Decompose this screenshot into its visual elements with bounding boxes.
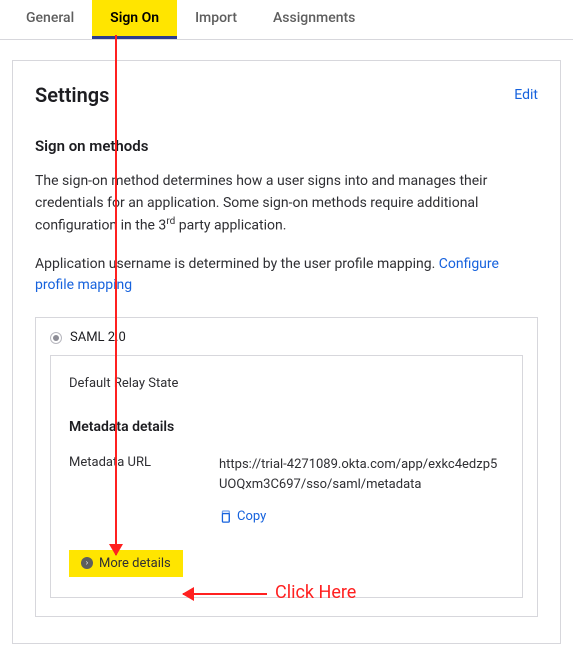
copy-button[interactable]: Copy <box>219 509 266 524</box>
saml-inner-box: Default Relay State Metadata details Met… <box>50 355 523 598</box>
desc-sup: rd <box>166 216 175 227</box>
tab-assignments[interactable]: Assignments <box>255 0 373 39</box>
metadata-details-title: Metadata details <box>69 419 504 435</box>
copy-row: Copy <box>219 509 504 528</box>
page-title: Settings <box>35 83 109 107</box>
more-details-button[interactable]: › More details <box>69 550 183 577</box>
tab-sign-on[interactable]: Sign On <box>92 0 177 39</box>
edit-link[interactable]: Edit <box>514 87 538 103</box>
desc-text-part2: party application. <box>175 218 286 234</box>
copy-label: Copy <box>237 509 266 524</box>
saml-radio-row[interactable]: SAML 2.0 <box>50 328 523 355</box>
tab-bar: General Sign On Import Assignments <box>0 0 573 40</box>
metadata-url-label: Metadata URL <box>69 455 189 470</box>
signon-method-description: The sign-on method determines how a user… <box>35 171 538 238</box>
default-relay-state-label: Default Relay State <box>69 376 504 391</box>
saml-label: SAML 2.0 <box>70 330 126 345</box>
tab-general[interactable]: General <box>8 0 92 39</box>
metadata-url-value: https://trial-4271089.okta.com/app/exkc4… <box>219 455 504 495</box>
settings-panel: Settings Edit Sign on methods The sign-o… <box>12 60 561 644</box>
chevron-right-icon: › <box>81 557 93 569</box>
panel-header: Settings Edit <box>35 83 538 107</box>
copy-icon <box>219 510 231 524</box>
metadata-url-row: Metadata URL https://trial-4271089.okta.… <box>69 455 504 495</box>
more-details-label: More details <box>99 556 171 571</box>
section-title: Sign on methods <box>35 137 538 155</box>
tab-import[interactable]: Import <box>177 0 255 39</box>
desc2-text: Application username is determined by th… <box>35 256 439 272</box>
radio-selected-icon <box>50 332 62 344</box>
saml-box: SAML 2.0 Default Relay State Metadata de… <box>35 317 538 617</box>
username-description: Application username is determined by th… <box>35 254 538 297</box>
